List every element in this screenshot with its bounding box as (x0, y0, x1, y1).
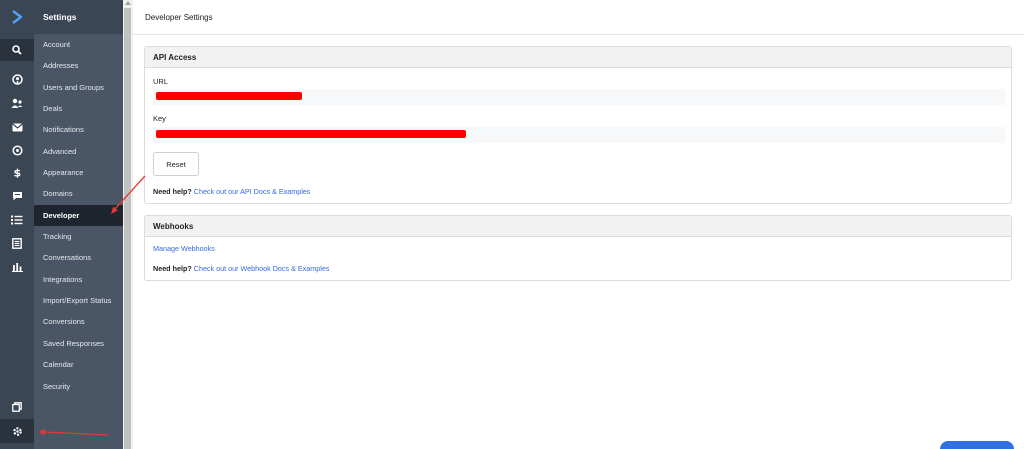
reports-icon[interactable] (0, 256, 34, 278)
chat-icon[interactable] (0, 185, 34, 207)
webhooks-panel: Webhooks Manage Webhooks Need help? Chec… (144, 215, 1012, 281)
manage-webhooks-link[interactable]: Manage Webhooks (153, 244, 215, 253)
settings-sidebar: Settings Account Addresses Users and Group… (34, 0, 123, 449)
sidebar-item-appearance[interactable]: Appearance (34, 162, 123, 183)
api-access-panel: API Access URL Key Reset Need help? Chec… (144, 46, 1012, 204)
webhook-help-text: Need help? Check out our Webhook Docs & … (153, 264, 329, 273)
webhook-help-prefix: Need help? (153, 264, 192, 273)
contacts-icon[interactable] (0, 68, 34, 90)
svg-text:$: $ (13, 167, 21, 179)
sidebar-item-developer[interactable]: Developer (34, 204, 123, 227)
mail-icon[interactable] (0, 116, 34, 138)
scroll-up-icon[interactable] (125, 1, 131, 5)
sidebar-item-notifications[interactable]: Notifications (34, 119, 123, 140)
automation-icon[interactable] (0, 139, 34, 161)
settings-icon[interactable] (0, 419, 34, 443)
key-label: Key (153, 114, 166, 123)
url-field[interactable] (153, 89, 1005, 105)
sidebar-item-calendar[interactable]: Calendar (34, 354, 123, 375)
document-icon[interactable] (0, 232, 34, 254)
dollar-icon[interactable]: $ (0, 161, 34, 183)
api-docs-link[interactable]: Check out our API Docs & Examples (194, 187, 311, 196)
sidebar-item-addresses[interactable]: Addresses (34, 55, 123, 76)
users-icon[interactable] (0, 92, 34, 114)
help-widget-button[interactable] (940, 441, 1014, 449)
url-label: URL (153, 77, 169, 86)
main-content: Developer Settings API Access URL Key Re… (133, 0, 1024, 449)
settings-menu: Account Addresses Users and Groups Deals Not… (34, 34, 123, 397)
icon-rail: $ (0, 0, 34, 449)
logo-icon[interactable] (0, 0, 34, 34)
sidebar-item-users-and-groups[interactable]: Users and Groups (34, 77, 123, 98)
apps-icon[interactable] (0, 396, 34, 418)
sidebar-item-security[interactable]: Security (34, 376, 123, 397)
sidebar-item-conversions[interactable]: Conversions (34, 311, 123, 332)
api-access-title: API Access (145, 47, 1011, 68)
sidebar-item-tracking[interactable]: Tracking (34, 226, 123, 247)
sidebar-item-deals[interactable]: Deals (34, 98, 123, 119)
key-redaction (156, 130, 466, 138)
page-title: Developer Settings (133, 0, 1024, 35)
list-icon[interactable] (0, 209, 34, 231)
sidebar-item-account[interactable]: Account (34, 34, 123, 55)
webhooks-title: Webhooks (145, 216, 1011, 237)
api-help-text: Need help? Check out our API Docs & Exam… (153, 187, 310, 196)
reset-button[interactable]: Reset (153, 152, 199, 176)
key-field[interactable] (153, 127, 1005, 143)
webhook-docs-link[interactable]: Check out our Webhook Docs & Examples (194, 264, 330, 273)
search-icon[interactable] (0, 39, 34, 61)
scrollbar-thumb[interactable] (124, 8, 131, 449)
sidebar-item-saved-responses[interactable]: Saved Responses (34, 333, 123, 354)
manage-webhooks-row: Manage Webhooks (153, 244, 215, 253)
sidebar-item-domains[interactable]: Domains (34, 183, 123, 204)
sidebar-item-conversations[interactable]: Conversations (34, 247, 123, 268)
api-help-prefix: Need help? (153, 187, 192, 196)
sidebar-item-integrations[interactable]: Integrations (34, 269, 123, 290)
sidebar-title: Settings (34, 0, 123, 34)
sidebar-item-import-export-status[interactable]: Import/Export Status (34, 290, 123, 311)
sidebar-scrollbar[interactable] (123, 0, 133, 449)
sidebar-item-advanced[interactable]: Advanced (34, 141, 123, 162)
url-redaction (156, 92, 302, 100)
